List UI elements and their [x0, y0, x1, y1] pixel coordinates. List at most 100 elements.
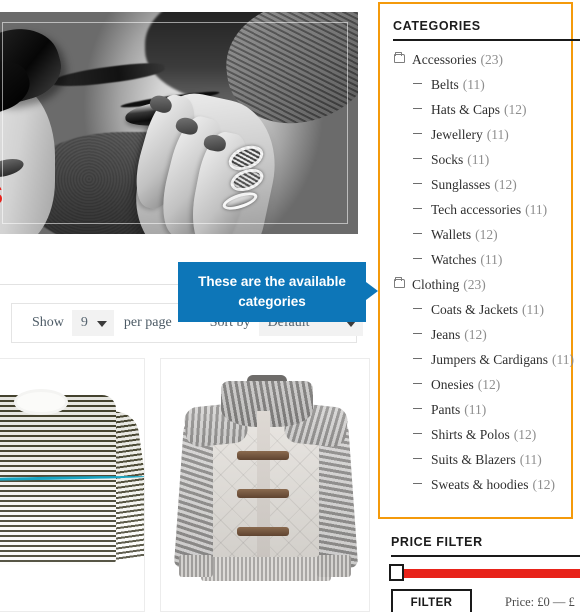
show-label: Show — [32, 315, 64, 330]
category-item-coats-jackets[interactable]: Coats & Jackets (11) — [380, 302, 573, 327]
category-count: (11) — [464, 402, 487, 417]
jacket-cuff-right — [317, 555, 351, 577]
dash-icon-glyph — [413, 233, 422, 234]
jacket-hem — [201, 557, 331, 581]
dash-icon — [413, 378, 431, 390]
category-item-tech-accessories[interactable]: Tech accessories (11) — [380, 202, 573, 227]
dash-icon-glyph — [413, 208, 422, 209]
category-label: Tech accessories — [431, 202, 522, 217]
dash-icon — [413, 228, 431, 240]
category-count: (11) — [462, 77, 485, 92]
category-label: Belts — [431, 77, 459, 92]
category-item-shirts-polos[interactable]: Shirts & Polos (12) — [380, 427, 573, 452]
dash-icon — [413, 103, 431, 115]
dash-icon — [413, 78, 431, 90]
dash-icon — [413, 253, 431, 265]
category-count: (11) — [467, 152, 490, 167]
price-range-text: Price: £0 — £ — [505, 595, 575, 609]
product-card[interactable] — [160, 358, 370, 612]
dash-icon-glyph — [413, 83, 422, 84]
dash-icon — [413, 353, 431, 365]
folder-icon-glyph — [394, 277, 405, 288]
category-item-jeans[interactable]: Jeans (12) — [380, 327, 573, 352]
dash-icon-glyph — [413, 133, 422, 134]
category-item-pants[interactable]: Pants (11) — [380, 402, 573, 427]
category-item-watches[interactable]: Watches (11) — [380, 252, 573, 277]
dash-icon-glyph — [413, 383, 422, 384]
product-image-jacket[interactable] — [161, 359, 369, 611]
jacket-toggle — [237, 489, 289, 498]
category-label: Hats & Caps — [431, 102, 500, 117]
category-item-wallets[interactable]: Wallets (12) — [380, 227, 573, 252]
category-count: (11) — [525, 202, 548, 217]
dash-icon-glyph — [413, 433, 422, 434]
category-label: Watches — [431, 252, 477, 267]
dash-icon-glyph — [413, 358, 422, 359]
category-count: (11) — [519, 452, 542, 467]
promo-banner[interactable]: SES — [0, 12, 358, 234]
per-page-select[interactable]: 9 — [71, 310, 114, 336]
category-label: Accessories — [412, 52, 477, 67]
banner-headline: SES — [0, 180, 4, 211]
category-item-belts[interactable]: Belts (11) — [380, 77, 573, 102]
dash-icon — [413, 403, 431, 415]
category-item-accessories[interactable]: Accessories (23) — [380, 52, 573, 77]
model-eyebrow — [49, 60, 166, 90]
banner-photo — [0, 12, 358, 234]
per-page-label: per page — [123, 315, 172, 330]
category-label: Sweats & hoodies — [431, 477, 529, 492]
category-item-jewellery[interactable]: Jewellery (11) — [380, 127, 573, 152]
price-slider-handle[interactable] — [389, 564, 404, 581]
category-label: Coats & Jackets — [431, 302, 518, 317]
categories-heading-rule — [393, 39, 580, 41]
per-page-value: 9 — [80, 315, 88, 330]
category-item-clothing[interactable]: Clothing (23) — [380, 277, 573, 302]
category-item-hats-caps[interactable]: Hats & Caps (12) — [380, 102, 573, 127]
category-count: (23) — [463, 277, 486, 292]
product-image-sweater[interactable] — [0, 359, 144, 611]
price-filter-heading: PRICE FILTER — [391, 535, 483, 549]
product-card[interactable] — [0, 358, 145, 612]
category-count: (12) — [504, 102, 527, 117]
jacket-cuff-left — [179, 555, 213, 577]
dash-icon-glyph — [413, 408, 422, 409]
category-label: Sunglasses — [431, 177, 491, 192]
category-label: Onesies — [431, 377, 474, 392]
category-item-sweats-hoodies[interactable]: Sweats & hoodies (12) — [380, 477, 573, 502]
category-item-sunglasses[interactable]: Sunglasses (12) — [380, 177, 573, 202]
categories-widget: CATEGORIES Accessories (23) Belts (11) Hats … — [378, 2, 580, 519]
price-range-slider[interactable] — [391, 569, 580, 578]
category-count: (12) — [513, 427, 537, 442]
filter-button[interactable]: FILTER — [391, 589, 472, 612]
categories-tooltip: These are the available categories — [178, 262, 366, 322]
category-label: Shirts & Polos — [431, 427, 510, 442]
dash-icon-glyph — [413, 333, 422, 334]
dash-icon-glyph — [413, 308, 422, 309]
dash-icon-glyph — [413, 108, 422, 109]
dash-icon — [413, 328, 431, 340]
category-item-socks[interactable]: Socks (11) — [380, 152, 573, 177]
category-label: Jewellery — [431, 127, 483, 142]
dash-icon-glyph — [413, 158, 422, 159]
sidebar: CATEGORIES Accessories (23) Belts (11) Hats … — [378, 0, 580, 612]
dash-icon — [413, 178, 431, 190]
dash-icon — [413, 303, 431, 315]
price-filter-heading-rule — [391, 555, 580, 557]
jacket-toggle — [237, 527, 289, 536]
category-count: (12) — [532, 477, 556, 492]
category-item-onesies[interactable]: Onesies (12) — [380, 377, 573, 402]
show-per-page-group: Show 9 per page — [12, 304, 190, 342]
dash-icon — [413, 128, 431, 140]
category-item-suits-blazers[interactable]: Suits & Blazers (11) — [380, 452, 573, 477]
category-count: (11) — [522, 302, 544, 317]
tooltip-text: These are the available categories — [198, 274, 346, 309]
category-item-jumpers-cardigans[interactable]: Jumpers & Cardigans (11) — [380, 352, 574, 377]
jacket-toggle — [237, 451, 289, 460]
category-label: Jeans — [431, 327, 461, 342]
category-count: (23) — [480, 52, 503, 67]
dash-icon-glyph — [413, 183, 422, 184]
dash-icon-glyph — [413, 483, 422, 484]
folder-icon-glyph — [394, 52, 405, 63]
dash-icon — [413, 453, 431, 465]
dash-icon-glyph — [413, 258, 422, 259]
